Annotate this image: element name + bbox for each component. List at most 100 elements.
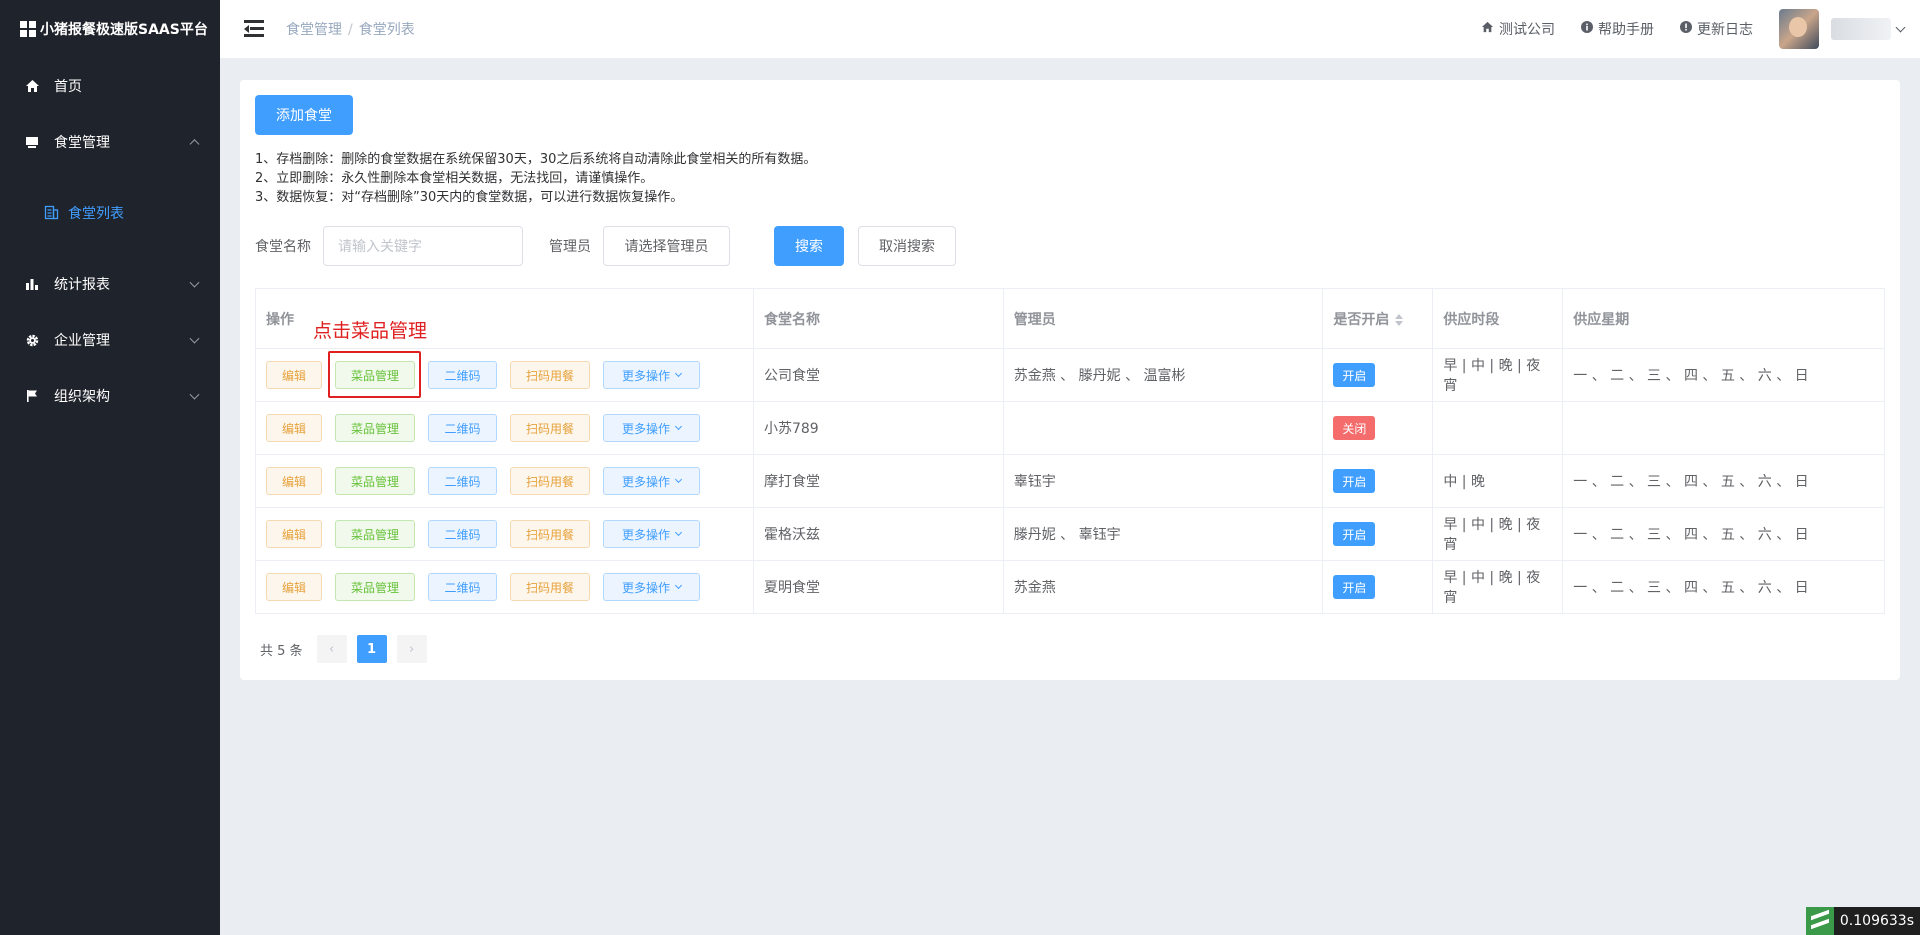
status-badge[interactable]: 开启 [1333,469,1376,493]
periods-cell: 早 | 中 | 晚 | 夜宵 [1432,507,1564,561]
more-actions-button[interactable]: 更多操作 [603,467,700,495]
pagination-page-1[interactable]: 1 [356,635,387,663]
dish-management-button[interactable]: 菜品管理 [335,573,415,601]
sidebar-item-canteen[interactable]: 食堂管理 [0,114,220,170]
more-actions-button[interactable]: 更多操作 [603,414,700,442]
ops-group: 编辑 菜品管理 二维码 扫码用餐 更多操作 [266,414,743,442]
table-row: 编辑 菜品管理 二维码 扫码用餐 更多操作 霍格沃兹 滕丹妮 、 辜钰宇 开启 … [255,507,1885,561]
column-header-periods: 供应时段 [1432,288,1564,349]
sidebar-item-label: 企业管理 [54,333,110,349]
sort-icon[interactable] [1395,313,1404,326]
admins-cell: 滕丹妮 、 辜钰宇 [1002,507,1324,561]
dish-management-button[interactable]: 菜品管理 [335,361,415,389]
column-header-status[interactable]: 是否开启 [1322,288,1434,349]
chevron-down-icon[interactable] [1895,22,1906,32]
changelog-link[interactable]: 更新日志 [1680,19,1753,39]
admin-select[interactable]: 请选择管理员 [603,226,730,266]
status-cell: 开启 [1322,348,1434,402]
column-header-weekdays: 供应星期 [1562,288,1885,349]
list-icon [44,205,60,221]
sidebar-item-enterprise[interactable]: 企业管理 [0,312,220,368]
more-actions-label: 更多操作 [621,368,670,383]
menu-toggle-icon[interactable] [244,20,266,38]
sidebar-item-organization[interactable]: 组织架构 [0,368,220,424]
more-actions-label: 更多操作 [621,474,670,489]
pagination-prev-button[interactable]: ‹ [316,635,347,663]
dish-management-button[interactable]: 菜品管理 [335,414,415,442]
weekdays-cell: 一 、 二 、 三 、 四 、 五 、 六 、 日 [1562,560,1885,614]
edit-button[interactable]: 编辑 [266,467,322,495]
app-logo[interactable]: 小猪报餐极速版SAAS平台 [0,0,220,58]
edit-button[interactable]: 编辑 [266,361,322,389]
scan-meal-button[interactable]: 扫码用餐 [510,361,590,389]
info-icon [1581,21,1593,37]
sidebar-item-canteen-list[interactable]: 食堂列表 [0,190,220,236]
search-button[interactable]: 搜索 [774,226,844,266]
canteen-name-input[interactable]: 请输入关键字 [323,226,523,266]
scan-meal-button[interactable]: 扫码用餐 [510,467,590,495]
ops-cell: 编辑 菜品管理 二维码 扫码用餐 更多操作 [255,401,754,455]
sidebar-item-label: 组织架构 [54,389,110,405]
edit-button[interactable]: 编辑 [266,414,322,442]
weekdays-cell: 一 、 二 、 三 、 四 、 五 、 六 、 日 [1562,507,1885,561]
help-manual-link[interactable]: 帮助手册 [1581,19,1654,39]
dish-management-button[interactable]: 菜品管理 [335,520,415,548]
edit-button[interactable]: 编辑 [266,573,322,601]
sidebar-item-reports[interactable]: 统计报表 [0,256,220,312]
edit-button[interactable]: 编辑 [266,520,322,548]
qrcode-button[interactable]: 二维码 [428,573,497,601]
canteen-name-cell: 摩打食堂 [752,454,1004,508]
table-row: 编辑 菜品管理 二维码 扫码用餐 更多操作 公司食堂 苏金燕 、 滕丹妮 、 温… [255,348,1885,402]
pagination-next-button[interactable]: › [396,635,427,663]
qrcode-button[interactable]: 二维码 [428,414,497,442]
admins-cell: 苏金燕 、 滕丹妮 、 温富彬 [1002,348,1324,402]
scan-meal-button[interactable]: 扫码用餐 [510,520,590,548]
flag-icon [24,388,40,404]
chevron-down-icon [189,277,200,288]
cancel-search-button[interactable]: 取消搜索 [858,226,956,266]
sidebar-item-label: 食堂管理 [54,135,110,151]
status-badge[interactable]: 关闭 [1333,416,1376,440]
more-actions-button[interactable]: 更多操作 [603,361,700,389]
table-row: 编辑 菜品管理 二维码 扫码用餐 更多操作 夏明食堂 苏金燕 开启 早 | 中 … [255,560,1885,614]
qrcode-button[interactable]: 二维码 [428,361,497,389]
ops-group: 编辑 菜品管理 二维码 扫码用餐 更多操作 [266,573,743,601]
company-link[interactable]: 测试公司 [1481,19,1555,39]
add-canteen-button[interactable]: 添加食堂 [255,95,353,135]
periods-cell [1432,401,1564,455]
note-line: 2、立即删除：永久性删除本食堂相关数据，无法找回，请谨慎操作。 [255,171,654,186]
qrcode-button[interactable]: 二维码 [428,520,497,548]
more-actions-button[interactable]: 更多操作 [603,520,700,548]
status-badge[interactable]: 开启 [1333,363,1376,387]
pagination: 共 5 条 ‹ 1 › [260,635,437,663]
qrcode-button[interactable]: 二维码 [428,467,497,495]
breadcrumb-separator: / [348,22,353,38]
avatar[interactable] [1779,9,1819,49]
admins-cell: 苏金燕 [1002,560,1324,614]
bar-chart-icon [24,276,40,292]
canteen-icon [24,134,40,150]
more-actions-label: 更多操作 [621,527,670,542]
breadcrumb-item[interactable]: 食堂管理 [286,22,342,38]
username-blurred[interactable] [1831,18,1891,40]
chevron-down-icon [674,528,683,537]
sidebar-subitem-label: 食堂列表 [68,206,124,222]
sidebar-item-home[interactable]: 首页 [0,58,220,114]
more-actions-button[interactable]: 更多操作 [603,573,700,601]
sidebar: 小猪报餐极速版SAAS平台 首页 食堂管理 食堂列表 统计报表 企业管理 组织架… [0,0,220,935]
pagination-total: 共 5 条 [260,643,303,659]
status-badge[interactable]: 开启 [1333,575,1376,599]
scan-meal-button[interactable]: 扫码用餐 [510,414,590,442]
chevron-down-icon [674,581,683,590]
weekdays-cell: 一 、 二 、 三 、 四 、 五 、 六 、 日 [1562,454,1885,508]
annotation-text: 点击菜品管理 [313,320,428,342]
canteen-name-cell: 公司食堂 [752,348,1004,402]
canteen-name-cell: 夏明食堂 [752,560,1004,614]
status-badge[interactable]: 开启 [1333,522,1376,546]
column-header-name: 食堂名称 [752,288,1004,349]
chevron-down-icon [674,422,683,431]
canteen-name-label: 食堂名称 [255,239,311,255]
scan-meal-button[interactable]: 扫码用餐 [510,573,590,601]
gear-icon [24,332,40,348]
dish-management-button[interactable]: 菜品管理 [335,467,415,495]
